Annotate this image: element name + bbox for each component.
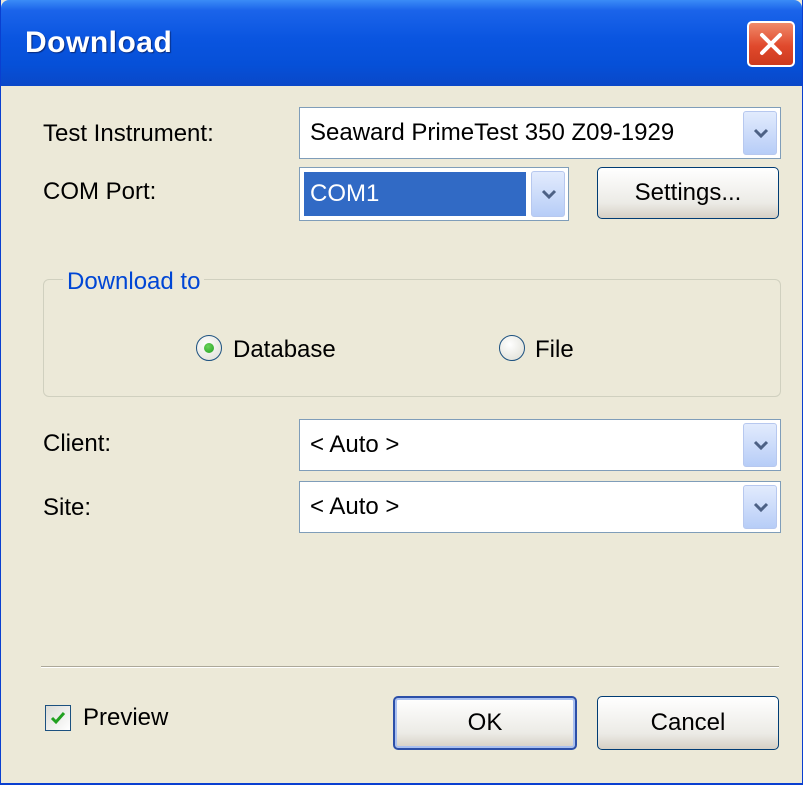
ok-button[interactable]: OK: [393, 696, 577, 750]
chevron-down-icon: [753, 502, 769, 513]
download-to-group: [43, 279, 781, 397]
download-dialog: Download Test Instrument: Seaward PrimeT…: [0, 0, 803, 785]
com-port-value: COM1: [304, 172, 526, 216]
site-dropdown-button[interactable]: [743, 485, 777, 529]
site-value: < Auto >: [310, 493, 400, 520]
chevron-down-icon: [753, 440, 769, 451]
client-value: < Auto >: [310, 431, 400, 458]
preview-label[interactable]: Preview: [83, 704, 168, 732]
title-bar[interactable]: Download: [1, 0, 802, 86]
test-instrument-select[interactable]: Seaward PrimeTest 350 Z09-1929: [299, 107, 781, 159]
client-dropdown-button[interactable]: [743, 423, 777, 467]
cancel-button[interactable]: Cancel: [597, 696, 779, 750]
file-radio-label[interactable]: File: [535, 336, 574, 364]
preview-checkbox[interactable]: [45, 705, 71, 731]
database-radio[interactable]: [196, 335, 222, 361]
close-button[interactable]: [747, 21, 795, 67]
file-radio[interactable]: [499, 335, 525, 361]
chevron-down-icon: [541, 189, 557, 200]
download-to-legend: Download to: [63, 268, 205, 296]
client-select[interactable]: < Auto >: [299, 419, 781, 471]
chevron-down-icon: [753, 128, 769, 139]
radio-selected-dot: [204, 343, 214, 353]
com-port-label: COM Port:: [43, 178, 157, 205]
com-port-select[interactable]: COM1: [299, 167, 569, 221]
test-instrument-label: Test Instrument:: [43, 120, 214, 147]
test-instrument-dropdown-button[interactable]: [743, 111, 777, 155]
site-label: Site:: [43, 494, 92, 521]
com-port-dropdown-button[interactable]: [531, 171, 565, 217]
settings-button[interactable]: Settings...: [597, 167, 779, 219]
client-label: Client:: [43, 430, 112, 457]
footer-separator: [41, 666, 779, 668]
site-select[interactable]: < Auto >: [299, 481, 781, 533]
window-title: Download: [25, 26, 173, 59]
test-instrument-value: Seaward PrimeTest 350 Z09-1929: [310, 119, 675, 146]
database-radio-label[interactable]: Database: [233, 336, 336, 364]
